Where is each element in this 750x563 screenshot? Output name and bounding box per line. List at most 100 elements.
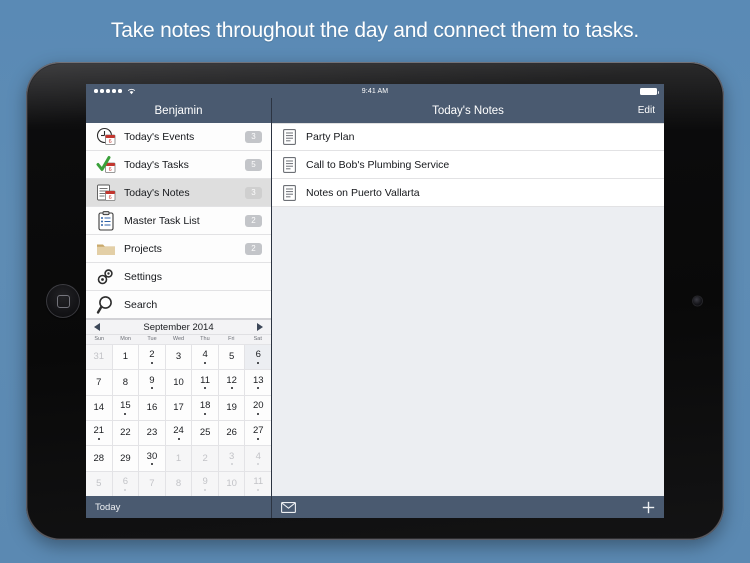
- folder-icon: [95, 238, 117, 260]
- calendar-day-number: 4: [255, 450, 261, 462]
- calendar-day-cell[interactable]: 10: [218, 470, 246, 496]
- svg-text:6: 6: [109, 195, 112, 201]
- calendar-day-cell[interactable]: 20: [245, 394, 272, 420]
- calendar-day-cell[interactable]: 2: [192, 445, 219, 471]
- calendar-day-number: 6: [122, 476, 129, 488]
- clipboard-icon: [95, 210, 117, 232]
- detail-toolbar-actions: [272, 501, 664, 514]
- calendar-day-cell[interactable]: 3: [218, 445, 246, 471]
- calendar-day-cell[interactable]: 11: [192, 369, 219, 395]
- note-title: Party Plan: [306, 130, 355, 143]
- master-toolbar: Today: [86, 496, 271, 518]
- plus-icon[interactable]: [642, 501, 655, 514]
- calendar-day-cell[interactable]: 4: [192, 344, 219, 370]
- calendar-event-dot: [204, 412, 207, 415]
- calendar-day-cell[interactable]: 19: [218, 394, 246, 420]
- calendar-day-cell[interactable]: 7: [139, 470, 166, 496]
- calendar-day-cell[interactable]: 25: [192, 419, 219, 446]
- calendar-day-cell[interactable]: 7: [86, 369, 113, 395]
- sidebar-item-projects[interactable]: Projects 2: [86, 235, 271, 263]
- calendar-day-cell[interactable]: 31: [86, 344, 113, 370]
- calendar-day-cell[interactable]: 21: [86, 419, 113, 446]
- detail-title: Today's Notes: [432, 104, 504, 117]
- calendar-day-cell[interactable]: 1: [112, 344, 140, 370]
- calendar-day-cell[interactable]: 5: [218, 344, 246, 370]
- sidebar-item-todays-events[interactable]: 6 Today's Events 3: [86, 123, 271, 151]
- envelope-icon[interactable]: [281, 501, 296, 513]
- sidebar-item-badge: 3: [245, 130, 262, 143]
- calendar-day-cell[interactable]: 27: [245, 419, 272, 446]
- calendar-day-cell[interactable]: 28: [86, 445, 113, 471]
- calendar-event-dot: [204, 361, 207, 364]
- detail-navbar: Today's Notes Edit: [272, 98, 664, 123]
- sidebar-item-label: Today's Tasks: [124, 158, 189, 171]
- calendar-day-cell[interactable]: 8: [112, 369, 140, 395]
- list-item[interactable]: Party Plan: [272, 123, 664, 151]
- home-button[interactable]: [46, 284, 80, 318]
- calendar-day-cell[interactable]: 24: [165, 419, 193, 446]
- note-icon: [283, 184, 296, 201]
- calendar-day-number: 9: [149, 374, 155, 386]
- calendar-day-number: 9: [202, 476, 208, 488]
- sidebar-item-master-task-list[interactable]: Master Task List 2: [86, 207, 271, 235]
- calendar-event-dot: [124, 488, 127, 491]
- list-item[interactable]: Notes on Puerto Vallarta: [272, 179, 664, 207]
- chevron-left-icon[interactable]: [94, 323, 100, 331]
- calendar-week-row: 5 6 7 8 9 10 11: [86, 470, 272, 496]
- calendar-event-dot: [257, 463, 260, 466]
- calendar-day-cell[interactable]: 6: [245, 344, 272, 370]
- calendar-day-cell[interactable]: 13: [245, 369, 272, 395]
- calendar-day-cell[interactable]: 6: [112, 470, 140, 496]
- sidebar-item-badge: 2: [245, 242, 262, 255]
- calendar-day-cell[interactable]: 4: [245, 445, 272, 471]
- gears-icon: [95, 266, 117, 288]
- calendar-day-cell[interactable]: 10: [165, 369, 193, 395]
- calendar-day-cell[interactable]: 2: [139, 344, 166, 370]
- calendar-day-cell[interactable]: 9: [192, 470, 219, 496]
- calendar-day-cell[interactable]: 29: [112, 445, 140, 471]
- calendar-day-cell[interactable]: 5: [86, 470, 113, 496]
- calendar-day-cell[interactable]: 18: [192, 394, 219, 420]
- detail-pane: Today's Notes Edit Party Plan Call to Bo…: [272, 98, 664, 518]
- calendar-day-cell[interactable]: 9: [139, 369, 166, 395]
- chevron-right-icon[interactable]: [257, 323, 263, 331]
- calendar-day-number: 30: [146, 450, 158, 462]
- today-button[interactable]: Today: [86, 502, 120, 513]
- calendar-day-cell[interactable]: 16: [139, 394, 166, 420]
- calendar-day-number: 1: [175, 452, 182, 464]
- calendar-day-cell[interactable]: 26: [218, 419, 246, 446]
- calendar-event-dot: [230, 387, 233, 390]
- sidebar-item-todays-notes[interactable]: 6 Today's Notes 3: [86, 179, 271, 207]
- calendar-day-cell[interactable]: 8: [165, 470, 193, 496]
- notes-empty-area: [272, 207, 664, 496]
- calendar-day-cell[interactable]: 30: [139, 445, 166, 471]
- edit-button[interactable]: Edit: [638, 105, 655, 116]
- calendar-day-number: 6: [255, 349, 261, 361]
- calendar-day-cell[interactable]: 23: [139, 419, 166, 446]
- calendar-day-number: 11: [200, 374, 211, 386]
- list-item[interactable]: Call to Bob's Plumbing Service: [272, 151, 664, 179]
- calendar-day-number: 7: [96, 376, 102, 388]
- calendar-day-cell[interactable]: 3: [165, 344, 193, 370]
- tablet-device-frame: 9:41 AM Benjamin 6 Today's Events 3 6 To…: [26, 62, 724, 540]
- calendar-day-number: 16: [146, 402, 158, 414]
- calendar-day-cell[interactable]: 17: [165, 394, 193, 420]
- sidebar-item-todays-tasks[interactable]: 6 Today's Tasks 5: [86, 151, 271, 179]
- calendar-day-cell[interactable]: 12: [218, 369, 246, 395]
- calendar-day-cell[interactable]: 11: [245, 470, 272, 496]
- calendar-day-cell[interactable]: 1: [165, 445, 193, 471]
- detail-toolbar: [272, 496, 664, 518]
- sidebar-item-search[interactable]: Search: [86, 291, 271, 319]
- calendar-day-number: 10: [226, 478, 237, 490]
- calendar-day-cell[interactable]: 15: [112, 394, 140, 420]
- calendar-day-cell[interactable]: 22: [112, 419, 140, 446]
- calendar-day-number: 24: [173, 425, 184, 437]
- sidebar-item-settings[interactable]: Settings: [86, 263, 271, 291]
- calendar-day-number: 31: [93, 351, 105, 363]
- calendar-day-cell[interactable]: 14: [86, 394, 113, 420]
- calendar-day-number: 19: [226, 402, 237, 414]
- calendar-day-number: 29: [120, 452, 131, 464]
- device-screen: 9:41 AM Benjamin 6 Today's Events 3 6 To…: [86, 84, 664, 518]
- calendar-day-number: 2: [149, 349, 155, 361]
- calendar-day-number: 3: [175, 351, 182, 363]
